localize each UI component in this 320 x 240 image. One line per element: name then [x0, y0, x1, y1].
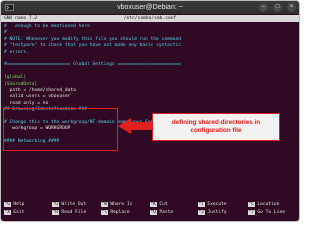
shortcut-label: Go To Line: [254, 209, 285, 215]
maximize-icon[interactable]: □: [273, 3, 282, 12]
shortcut-label: Cut: [156, 202, 168, 207]
shortcut-label: Paste: [156, 209, 174, 215]
shared-section-highlight: [3, 108, 118, 151]
shortcut-item: ^/ Go To Line: [248, 209, 285, 216]
annotation-callout: defining shared directories in configura…: [152, 113, 280, 141]
shortcut-label: Write Out: [58, 202, 87, 207]
nano-shortcut-bar: ^G Help ^O Write Out ^W Where Is ^K Cut ^T E…: [1, 202, 299, 216]
shortcut-label: Justify: [204, 209, 227, 215]
terminal-window: vboxuser@Debian: ~ – □ × GNU nano 7.2 /e…: [0, 0, 300, 222]
shortcut-item: ^K Cut: [150, 202, 168, 208]
shortcut-label: Help: [10, 202, 25, 207]
shortcut-item: ^W Where Is: [101, 202, 132, 208]
shortcut-label: Where Is: [107, 202, 133, 207]
shortcut-item: ^C Location: [248, 202, 279, 208]
window-title: vboxuser@Debian: ~: [117, 4, 183, 11]
shortcut-label: Location: [254, 202, 280, 207]
annotation-text: defining shared directories in configura…: [171, 119, 261, 134]
shortcut-item: ^X Exit: [4, 209, 25, 216]
shortcut-label: Read File: [58, 209, 87, 215]
shortcut-item: ^\ Replace: [101, 209, 130, 216]
close-icon[interactable]: ×: [287, 3, 296, 12]
shortcut-label: Execute: [204, 202, 227, 207]
shortcut-label: Replace: [107, 209, 130, 215]
shortcut-item: ^U Paste: [150, 209, 174, 216]
shortcut-item: ^T Execute: [198, 202, 227, 208]
shortcut-item: ^O Write Out: [52, 202, 86, 208]
annotation-arrow-icon: [118, 118, 155, 134]
shortcut-item: ^G Help: [4, 202, 24, 208]
shortcut-label: Exit: [10, 209, 25, 215]
terminal-area[interactable]: GNU nano 7.2 /etc/samba/smb.conf # enoug…: [1, 14, 299, 221]
nano-header-bar: GNU nano 7.2 /etc/samba/smb.conf: [1, 15, 299, 22]
window-titlebar[interactable]: vboxuser@Debian: ~ – □ ×: [1, 1, 299, 14]
nano-file-path: /etc/samba/smb.conf: [123, 16, 177, 21]
shortcut-item: ^R Read File: [52, 209, 87, 216]
shortcut-item: ^J Justify: [198, 209, 227, 216]
minimize-icon[interactable]: –: [259, 3, 268, 12]
